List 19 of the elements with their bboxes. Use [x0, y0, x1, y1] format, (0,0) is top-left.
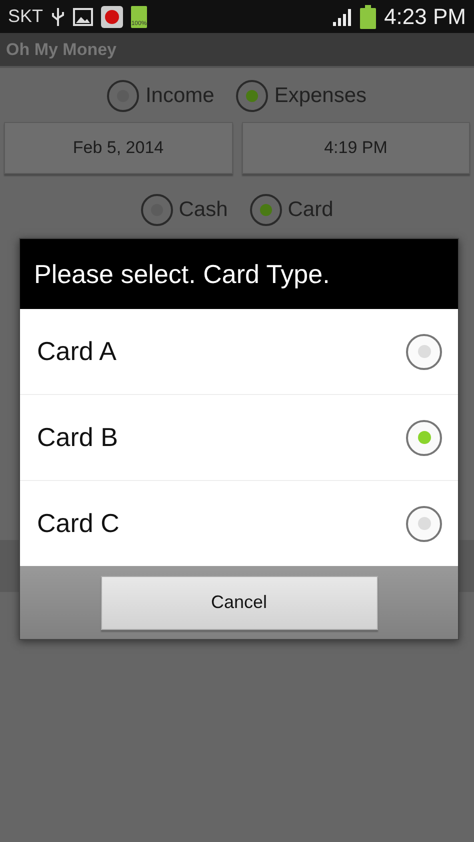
dialog-title: Please select. Card Type.	[20, 239, 458, 309]
radio-option[interactable]: Card	[250, 194, 334, 226]
radio-option[interactable]: Cash	[140, 194, 228, 226]
battery-icon	[360, 4, 376, 28]
app-title: Oh My Money	[6, 40, 117, 60]
card-option[interactable]: Card C	[20, 481, 458, 566]
usb-icon	[51, 6, 66, 26]
clock-time: 4:23 PM	[384, 4, 466, 30]
card-option[interactable]: Card B	[20, 395, 458, 481]
radio-option[interactable]: Expenses	[236, 80, 367, 112]
radio-option[interactable]: Income	[107, 80, 214, 112]
cancel-button[interactable]: Cancel	[100, 576, 378, 630]
signal-icon	[332, 6, 352, 26]
time-button[interactable]: 4:19 PM	[242, 122, 470, 174]
card-option[interactable]: Card A	[20, 309, 458, 395]
record-icon	[101, 6, 124, 28]
image-icon	[73, 8, 94, 26]
date-button[interactable]: Feb 5, 2014	[4, 122, 232, 174]
carrier-name: SKT	[8, 6, 44, 27]
